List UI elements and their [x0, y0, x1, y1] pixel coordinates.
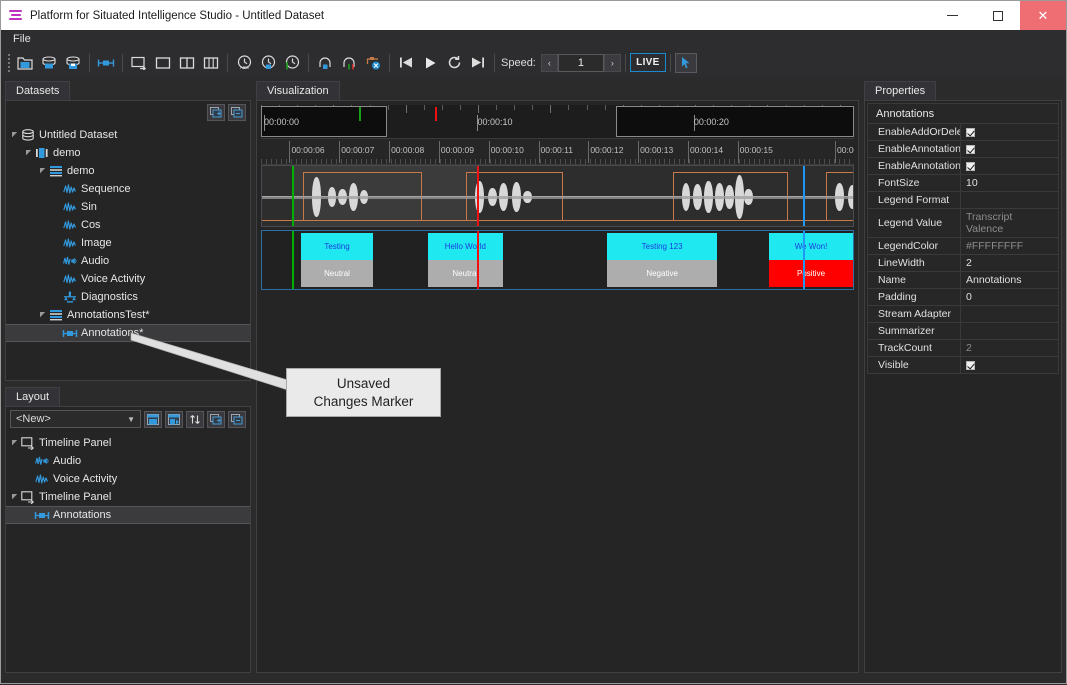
callout-leader-line: [1, 1, 1067, 685]
application-window: Platform for Situated Intelligence Studi…: [0, 0, 1067, 684]
unsaved-changes-callout: Unsaved Changes Marker: [286, 368, 441, 417]
callout-line-2: Changes Marker: [314, 393, 414, 411]
callout-line-1: Unsaved: [337, 375, 390, 393]
